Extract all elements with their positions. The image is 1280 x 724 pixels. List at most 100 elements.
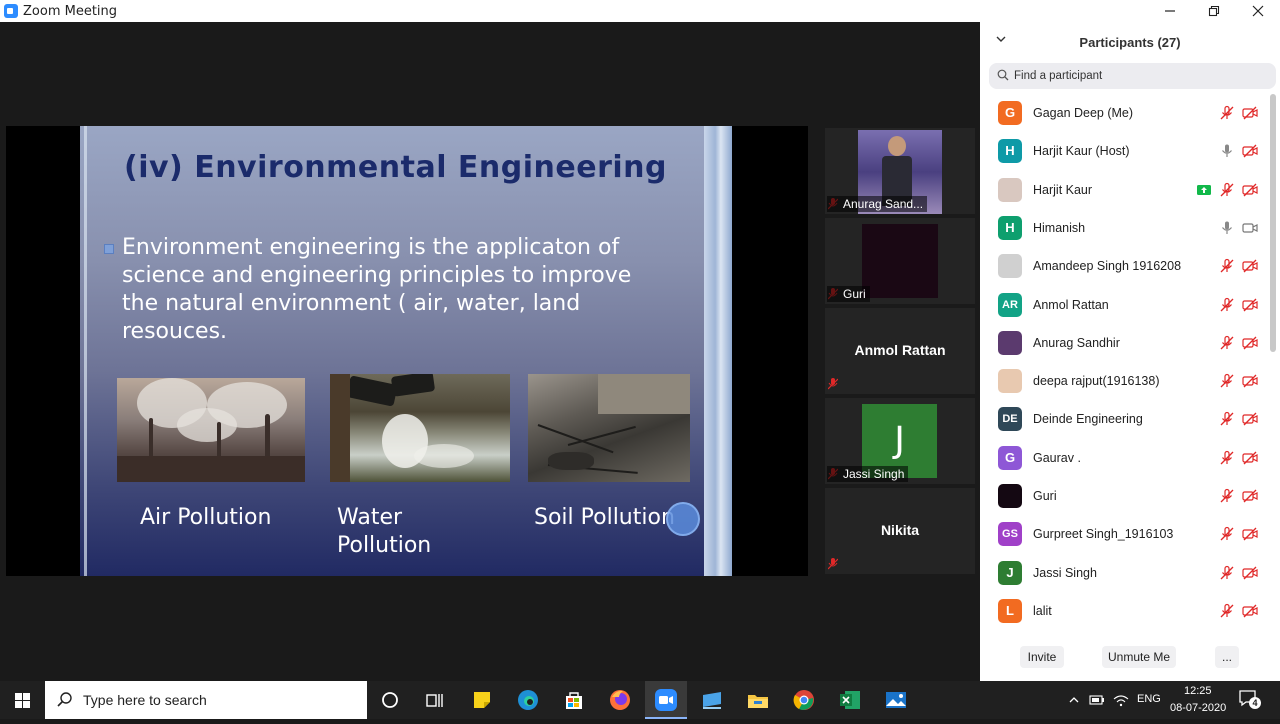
edge-browser-icon[interactable] [515, 687, 541, 713]
tile-name: Jassi Singh [827, 466, 909, 482]
video-stage: (iv) Environmental Engineering Environme… [0, 22, 980, 681]
participant-row[interactable]: Amandeep Singh 1916208 [980, 247, 1270, 285]
chrome-icon[interactable] [791, 687, 817, 713]
participant-row[interactable]: H Harjit Kaur (Host) [980, 132, 1270, 170]
more-options-button[interactable]: ... [1215, 646, 1239, 668]
mic-muted-indicator [1219, 373, 1235, 389]
video-off-indicator [1242, 258, 1258, 274]
presentation-slide: (iv) Environmental Engineering Environme… [80, 126, 732, 576]
slide-body: Environment engineering is the applicato… [122, 234, 682, 346]
air-pollution-image [117, 378, 305, 482]
video-off-indicator [1242, 297, 1258, 313]
participant-row[interactable]: AR Anmol Rattan [980, 286, 1270, 324]
restore-button[interactable] [1192, 0, 1236, 22]
video-off-icon [1242, 259, 1258, 273]
participant-name: deepa rajput(1916138) [1033, 374, 1160, 389]
close-button[interactable] [1236, 0, 1280, 22]
task-view-icon[interactable] [421, 687, 447, 713]
participant-name: Harjit Kaur (Host) [1033, 144, 1130, 159]
remote-desktop-icon[interactable] [699, 687, 725, 713]
participant-row[interactable]: GS Gurpreet Singh_1916103 [980, 515, 1270, 553]
zoom-app-icon [655, 689, 677, 711]
store-icon[interactable] [561, 687, 587, 713]
video-off-indicator [1242, 105, 1258, 121]
cortana-icon[interactable] [377, 687, 403, 713]
screen-share[interactable]: (iv) Environmental Engineering Environme… [6, 126, 808, 576]
photos-icon[interactable] [883, 687, 909, 713]
participants-panel: Participants (27) G Gagan Deep (Me) H Harji… [980, 22, 1280, 681]
slide-body-line: the natural environment ( air, water, la… [122, 291, 581, 316]
video-off-icon [1242, 298, 1258, 311]
action-center-button[interactable]: 4 [1238, 689, 1262, 711]
mic-muted-icon [1220, 527, 1234, 541]
chevron-up-icon[interactable] [1068, 694, 1080, 706]
participant-row[interactable]: deepa rajput(1916138) [980, 362, 1270, 400]
mic-muted-icon [1220, 335, 1234, 350]
taskbar-search[interactable]: Type here to search [45, 681, 367, 719]
title-bar: Zoom Meeting [0, 0, 1280, 22]
search-icon [57, 692, 72, 707]
mic-muted-icon [1220, 373, 1234, 388]
participant-row[interactable]: Anurag Sandhir [980, 324, 1270, 362]
participant-list-scrollbar[interactable] [1270, 94, 1276, 650]
mic-muted-indicator [1219, 411, 1235, 427]
mic-muted-indicator [1219, 258, 1235, 274]
taskbar-search-placeholder: Type here to search [83, 692, 207, 708]
participant-name: Guri [1033, 489, 1057, 503]
battery-icon[interactable] [1089, 693, 1105, 707]
participant-row[interactable]: DE Deinde Engineering [980, 400, 1270, 438]
start-button[interactable] [0, 681, 45, 719]
unmute-me-button[interactable]: Unmute Me [1102, 646, 1176, 668]
video-off-indicator [1242, 373, 1258, 389]
participant-row[interactable]: J Jassi Singh [980, 554, 1270, 592]
video-off-icon [1242, 489, 1258, 503]
slide-decor-bar [704, 126, 732, 576]
video-off-indicator [1242, 450, 1258, 466]
search-icon [997, 69, 1009, 81]
file-explorer-icon[interactable] [745, 687, 771, 713]
sticky-notes-icon[interactable] [469, 687, 495, 713]
windows-taskbar: Type here to search ENG 12:25 08-07-2020… [0, 681, 1280, 719]
video-tile-anmol[interactable]: Anmol Rattan [825, 308, 975, 394]
video-off-icon [1242, 451, 1258, 465]
slide-body-line: Environment engineering is the applicato… [122, 235, 620, 260]
video-tile-nikita[interactable]: Nikita [825, 488, 975, 574]
invite-button[interactable]: Invite [1020, 646, 1064, 668]
minimize-icon [1165, 10, 1175, 12]
participant-search[interactable] [989, 63, 1276, 89]
video-tile-jassi[interactable]: J Jassi Singh [825, 398, 975, 484]
zoom-taskbar-button[interactable] [645, 681, 687, 719]
clock-date[interactable]: 08-07-2020 [1170, 702, 1226, 714]
video-indicator [1242, 220, 1258, 236]
participant-row[interactable]: Llalit [980, 592, 1270, 630]
video-off-icon [1242, 604, 1258, 618]
avatar [998, 330, 1022, 355]
excel-icon[interactable] [837, 687, 863, 713]
clock-time[interactable]: 12:25 [1184, 685, 1212, 697]
zoom-logo-icon [4, 4, 18, 18]
video-tile-guri[interactable]: Guri [825, 218, 975, 304]
participant-row[interactable]: G Gagan Deep (Me) [980, 94, 1270, 132]
screen-share-indicator [1196, 182, 1212, 198]
participant-name: Jassi Singh [1033, 565, 1097, 580]
participant-row[interactable]: H Himanish [980, 209, 1270, 247]
mic-muted-icon [1220, 450, 1234, 465]
mic-muted-icon [828, 558, 838, 570]
slide-body-line: resouces. [122, 319, 228, 344]
participant-row[interactable]: Harjit Kaur [980, 171, 1270, 209]
participant-row[interactable]: G Gaurav . [980, 439, 1270, 477]
video-tile-anurag[interactable]: Anurag Sand... [825, 128, 975, 214]
language-indicator[interactable]: ENG [1137, 693, 1161, 705]
minimize-button[interactable] [1148, 0, 1192, 22]
avatar: L [998, 598, 1022, 623]
search-input[interactable] [1014, 66, 1264, 86]
mic-muted-indicator [1219, 603, 1235, 619]
mic-muted-icon [1220, 105, 1234, 120]
participant-row[interactable]: Guri [980, 477, 1270, 515]
avatar: DE [998, 407, 1022, 432]
firefox-icon[interactable] [607, 687, 633, 713]
video-off-icon [1242, 106, 1258, 120]
wifi-icon[interactable] [1113, 693, 1129, 707]
notification-count: 4 [1249, 697, 1261, 709]
video-off-indicator [1242, 488, 1258, 504]
